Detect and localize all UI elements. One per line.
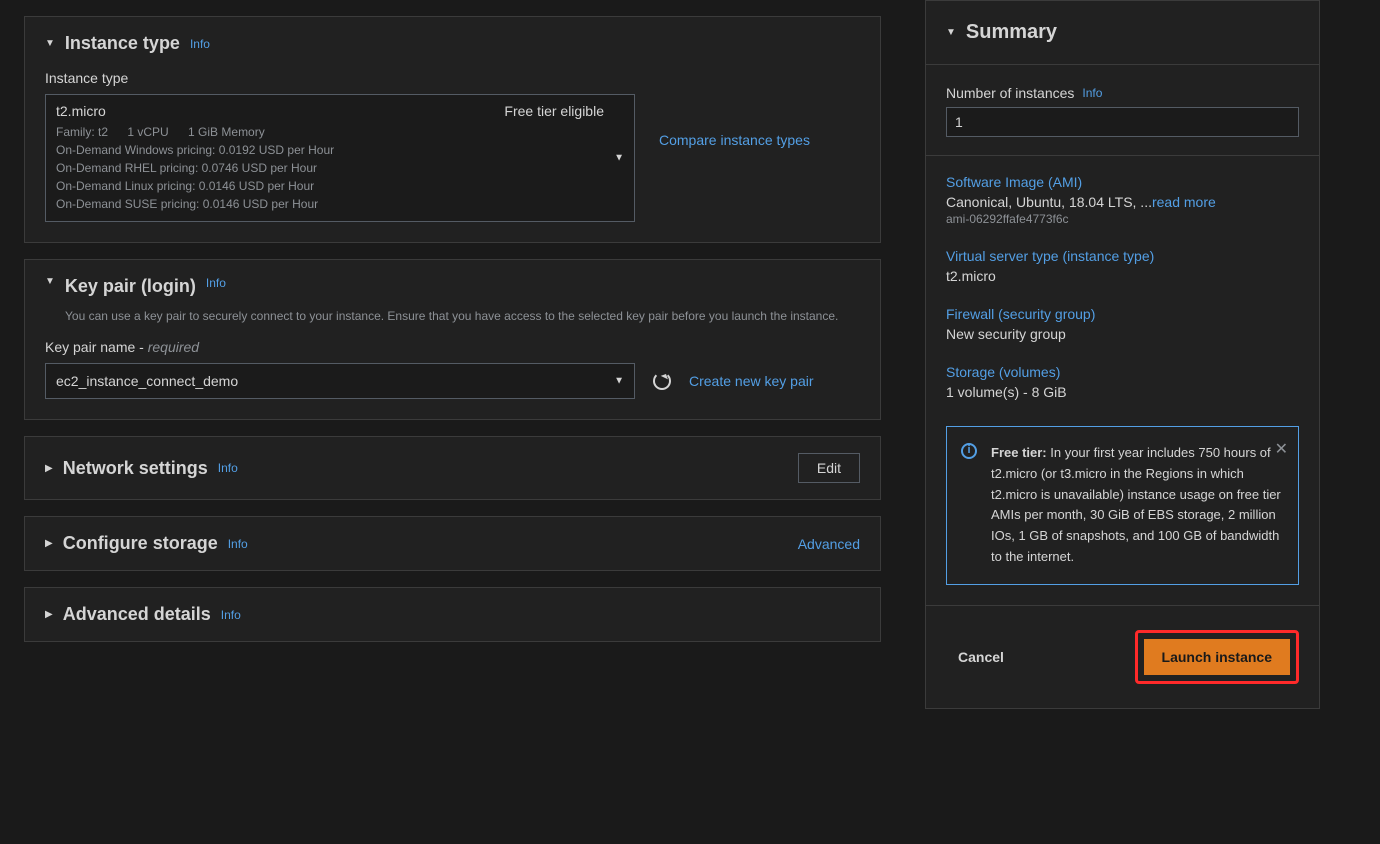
toggle-advanced-icon[interactable] (45, 609, 53, 620)
instance-type-selected-name: t2.micro (56, 103, 106, 119)
num-instances-info-link[interactable]: Info (1082, 86, 1102, 100)
advanced-title: Advanced details (63, 604, 211, 625)
toggle-key-pair-icon[interactable] (45, 276, 55, 287)
instance-type-details: Family: t2 1 vCPU 1 GiB Memory On-Demand… (56, 123, 604, 213)
pricing-windows: On-Demand Windows pricing: 0.0192 USD pe… (56, 141, 604, 159)
instance-type-select[interactable]: t2.micro Free tier eligible Family: t2 1… (45, 94, 635, 222)
pricing-rhel: On-Demand RHEL pricing: 0.0746 USD per H… (56, 159, 604, 177)
summary-sidebar: Summary Number of instances Info Softwar… (905, 0, 1380, 844)
storage-title: Configure storage (63, 533, 218, 554)
summary-panel: Summary Number of instances Info Softwar… (925, 0, 1320, 709)
panel-network-settings: Network settings Info Edit (24, 436, 881, 500)
divider (926, 155, 1319, 156)
free-tier-text: In your first year includes 750 hours of… (991, 445, 1281, 564)
firewall-value: New security group (946, 326, 1299, 342)
info-icon: i (961, 443, 977, 459)
toggle-instance-type-icon[interactable] (45, 38, 55, 49)
network-info-link[interactable]: Info (218, 461, 238, 475)
storage-advanced-link[interactable]: Advanced (798, 536, 860, 552)
pricing-suse: On-Demand SUSE pricing: 0.0146 USD per H… (56, 195, 604, 213)
key-pair-field-label: Key pair name - required (45, 339, 860, 355)
chevron-down-icon: ▼ (614, 153, 624, 164)
highlight-launch: Launch instance (1135, 630, 1299, 684)
main-column: Instance type Info Instance type t2.micr… (0, 0, 905, 844)
network-title: Network settings (63, 458, 208, 479)
cancel-button[interactable]: Cancel (946, 641, 1016, 673)
instance-type-info-link[interactable]: Info (190, 37, 210, 51)
free-tier-label: Free tier: (991, 445, 1047, 460)
num-instances-input[interactable] (946, 107, 1299, 137)
create-key-pair-link[interactable]: Create new key pair (689, 373, 814, 389)
instance-type-field-label: Instance type (45, 70, 860, 86)
panel-instance-type: Instance type Info Instance type t2.micr… (24, 16, 881, 243)
summary-footer: Cancel Launch instance (926, 605, 1319, 708)
storage-summary-title[interactable]: Storage (volumes) (946, 364, 1299, 380)
it-vcpu: 1 vCPU (127, 125, 168, 139)
key-pair-selected: ec2_instance_connect_demo (56, 373, 238, 389)
compare-instance-types-link[interactable]: Compare instance types (659, 132, 810, 148)
advanced-info-link[interactable]: Info (221, 608, 241, 622)
key-pair-description: You can use a key pair to securely conne… (65, 309, 860, 323)
refresh-icon[interactable] (653, 372, 671, 390)
ami-id: ami-06292ffafe4773f6c (946, 212, 1299, 226)
panel-key-pair: Key pair (login) Info You can use a key … (24, 259, 881, 420)
it-family: Family: t2 (56, 125, 108, 139)
ami-value: Canonical, Ubuntu, 18.04 LTS, ...read mo… (946, 194, 1299, 210)
free-tier-info-box: i ✕ Free tier: In your first year includ… (946, 426, 1299, 585)
instance-type-title: Instance type (65, 33, 180, 54)
storage-summary-value: 1 volume(s) - 8 GiB (946, 384, 1299, 400)
key-pair-title: Key pair (login) (65, 276, 196, 297)
panel-advanced-details: Advanced details Info (24, 587, 881, 642)
toggle-storage-icon[interactable] (45, 538, 53, 549)
ami-title[interactable]: Software Image (AMI) (946, 174, 1299, 190)
toggle-summary-icon[interactable] (946, 27, 956, 38)
panel-configure-storage: Configure storage Info Advanced (24, 516, 881, 571)
close-icon[interactable]: ✕ (1275, 437, 1288, 463)
toggle-network-icon[interactable] (45, 463, 53, 474)
pricing-linux: On-Demand Linux pricing: 0.0146 USD per … (56, 177, 604, 195)
key-pair-select[interactable]: ec2_instance_connect_demo ▼ (45, 363, 635, 399)
edit-network-button[interactable]: Edit (798, 453, 860, 483)
num-instances-label: Number of instances Info (946, 85, 1299, 101)
summary-title: Summary (966, 21, 1057, 44)
firewall-title[interactable]: Firewall (security group) (946, 306, 1299, 322)
chevron-down-icon: ▼ (614, 376, 624, 387)
launch-instance-button[interactable]: Launch instance (1144, 639, 1290, 675)
it-memory: 1 GiB Memory (188, 125, 265, 139)
read-more-link[interactable]: read more (1152, 194, 1216, 210)
key-pair-info-link[interactable]: Info (206, 276, 226, 290)
server-type-title[interactable]: Virtual server type (instance type) (946, 248, 1299, 264)
free-tier-badge: Free tier eligible (504, 103, 604, 119)
server-type-value: t2.micro (946, 268, 1299, 284)
storage-info-link[interactable]: Info (228, 537, 248, 551)
